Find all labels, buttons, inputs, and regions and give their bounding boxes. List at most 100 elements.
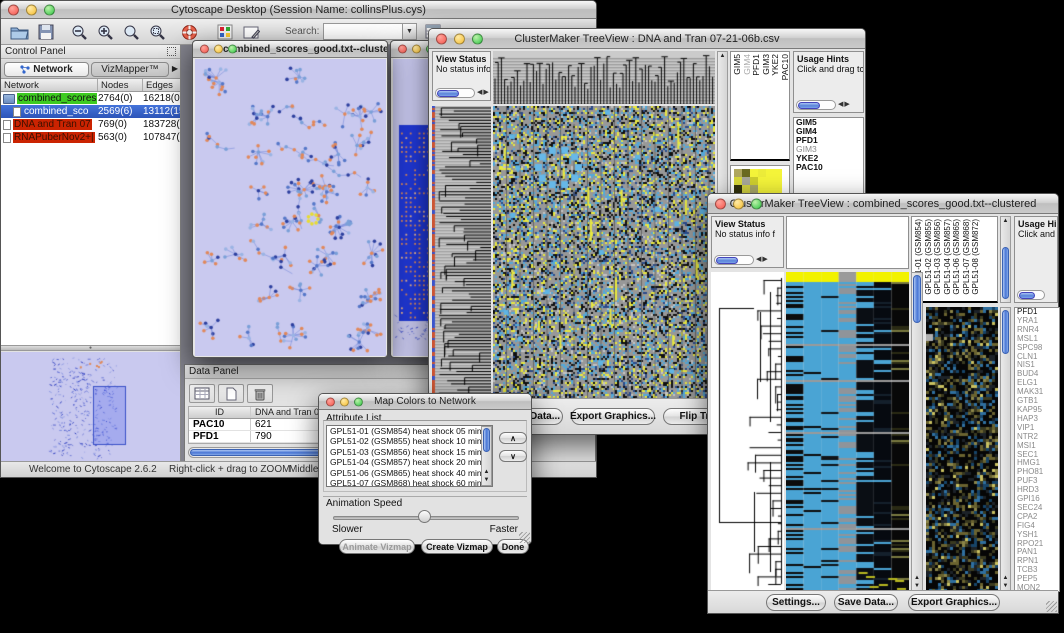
network-type-icon	[13, 107, 21, 117]
attribute-item[interactable]: GPL51-06 (GSM865) heat shock 40 min	[327, 468, 492, 478]
network-nodes-count: 769(0)	[98, 119, 143, 130]
genelist-vscrollbar[interactable]: ▲ ▼	[1000, 307, 1011, 592]
save-button[interactable]	[34, 21, 58, 43]
column-label[interactable]: GPL51-08 (GSM872)	[971, 219, 981, 295]
network-type-icon	[3, 120, 11, 130]
close-button[interactable]	[326, 397, 335, 406]
network-list-row[interactable]: combined_sco 2569(6) 13112(15)	[1, 105, 180, 118]
move-up-button[interactable]: ∧	[499, 432, 527, 444]
minimize-button[interactable]	[26, 4, 37, 15]
network-list-row[interactable]: RNAPuberNov2+| 563(0) 107847(0)	[1, 131, 180, 144]
dialog-body: Attribute List GPL51-01 (GSM854) heat sh…	[319, 410, 531, 544]
column-label[interactable]: GPL51-06 (GSM865)	[952, 219, 962, 295]
close-button[interactable]	[398, 45, 407, 54]
zoom-one-to-one-icon[interactable]	[119, 21, 143, 43]
heatmap-main[interactable]	[493, 106, 715, 399]
zoom-fit-icon[interactable]	[145, 21, 169, 43]
column-label[interactable]: GPL51-02 (GSM855)	[924, 219, 934, 295]
heatmap-secondary[interactable]	[926, 307, 998, 592]
usage-hints-title: Usage Hi	[1018, 219, 1057, 229]
col-nodes: Nodes	[98, 79, 143, 91]
minimize-button[interactable]	[340, 397, 349, 406]
dialog-titlebar[interactable]: Map Colors to Network	[319, 394, 531, 410]
column-label[interactable]: GPL51-04 (GSM857)	[943, 219, 953, 295]
column-dendrogram[interactable]	[493, 51, 715, 104]
column-label[interactable]: GPL51-03 (GSM856)	[933, 219, 943, 295]
attribute-select-icon[interactable]	[189, 384, 215, 403]
attribute-item[interactable]: GPL51-02 (GSM855) heat shock 10 min	[327, 436, 492, 446]
tab-overflow-arrow[interactable]: ▶	[172, 64, 178, 73]
zoom-button[interactable]	[472, 33, 483, 44]
column-labels-panel: GIM5GIM4PFD1GIM3YKE2PAC10	[730, 51, 790, 161]
move-down-button[interactable]: ∨	[499, 450, 527, 462]
open-file-button[interactable]	[7, 21, 31, 43]
birdseye-view[interactable]	[1, 352, 180, 463]
view-status-scrollbar[interactable]: ◀▶	[714, 254, 769, 265]
delete-attribute-trash-icon[interactable]	[247, 384, 273, 403]
network-view-window-1: combined_scores_good.txt--cluste...	[192, 40, 388, 358]
treeview2-titlebar[interactable]: ClusterMaker TreeView : combined_scores_…	[708, 194, 1058, 214]
attribute-item[interactable]: GPL51-07 (GSM868) heat shock 60 min	[327, 478, 492, 487]
new-attribute-icon[interactable]	[218, 384, 244, 403]
save-data-button[interactable]: Save Data...	[834, 594, 898, 611]
attribute-item[interactable]: GPL51-04 (GSM857) heat shock 20 min	[327, 457, 492, 467]
view-status-panel: View Status No status info f ◀▶	[711, 216, 784, 268]
labels-vscrollbar[interactable]: ▲	[1000, 216, 1011, 303]
close-button[interactable]	[8, 4, 19, 15]
attribute-listbox[interactable]: GPL51-01 (GSM854) heat shock 05 minGPL51…	[326, 425, 493, 487]
column-label[interactable]: PAC10	[781, 54, 791, 80]
close-button[interactable]	[715, 198, 726, 209]
export-graphics-button[interactable]: Export Graphics...	[908, 594, 1000, 611]
usage-hints-scrollbar[interactable]: ◀▶	[796, 99, 851, 110]
usage-hints-scrollbar[interactable]	[1017, 289, 1045, 300]
tab-vizmapper-label: VizMapper™	[101, 64, 159, 75]
search-input[interactable]	[323, 23, 403, 40]
attribute-item[interactable]: GPL51-01 (GSM854) heat shock 05 min	[327, 426, 492, 436]
zoom-in-icon[interactable]	[93, 21, 117, 43]
network1-titlebar[interactable]: combined_scores_good.txt--cluste...	[193, 41, 387, 58]
minimize-button[interactable]	[412, 45, 421, 54]
gene-list-item[interactable]: PAC10	[794, 163, 863, 172]
tab-vizmapper[interactable]: VizMapper™	[91, 62, 169, 77]
view-status-scrollbar[interactable]: ◀▶	[435, 87, 490, 98]
treeview1-titlebar[interactable]: ClusterMaker TreeView : DNA and Tran 07-…	[429, 29, 865, 49]
export-graphics-button[interactable]: Export Graphics...	[571, 408, 655, 425]
zoom-button[interactable]	[751, 198, 762, 209]
zoom-out-icon[interactable]	[67, 21, 91, 43]
panel-splitter[interactable]: ●	[1, 345, 180, 351]
attribute-list-vscrollbar[interactable]: ▲ ▼	[481, 426, 492, 486]
treeview2-window: ClusterMaker TreeView : combined_scores_…	[707, 193, 1059, 614]
row-id: PFD1	[189, 431, 251, 442]
row-dendrogram[interactable]	[711, 272, 784, 592]
search-dropdown-arrow[interactable]: ▼	[402, 23, 417, 40]
speed-slider-thumb[interactable]	[418, 510, 431, 523]
view-status-title: View Status	[436, 54, 486, 64]
zoom-button[interactable]	[44, 4, 55, 15]
network-table-header: Network Nodes Edges	[1, 79, 180, 92]
network-list-row[interactable]: DNA and Tran 07 769(0) 183728(0)	[1, 118, 180, 131]
animate-vizmap-button[interactable]: Animate Vizmap	[339, 539, 415, 554]
network-list-row[interactable]: combined_scores 2764(0) 16218(0)	[1, 92, 180, 105]
heatmap-main[interactable]	[786, 272, 909, 592]
main-titlebar[interactable]: Cytoscape Desktop (Session Name: collins…	[1, 1, 596, 19]
column-label[interactable]: GPL51-07 (GSM868)	[962, 219, 972, 295]
heatmap-vscrollbar[interactable]: ▲ ▼	[911, 272, 923, 592]
close-button[interactable]	[200, 45, 209, 54]
resize-grip[interactable]	[1046, 601, 1057, 612]
network-view-1[interactable]	[195, 59, 386, 356]
close-button[interactable]	[436, 33, 447, 44]
zoom-button[interactable]	[354, 397, 363, 406]
tab-network[interactable]: Network	[4, 62, 89, 77]
attribute-item[interactable]: GPL51-03 (GSM856) heat shock 15 min	[327, 447, 492, 457]
settings-button[interactable]: Settings...	[766, 594, 826, 611]
row-dendrogram[interactable]	[432, 106, 491, 399]
zoom-button[interactable]	[228, 45, 237, 54]
view-status-text: No status info f	[436, 64, 491, 74]
minimize-button[interactable]	[454, 33, 465, 44]
create-vizmap-button[interactable]: Create Vizmap	[421, 539, 493, 554]
network-edges-count: 13112(15)	[143, 106, 180, 117]
minimize-button[interactable]	[733, 198, 744, 209]
float-panel-icon[interactable]	[167, 47, 176, 56]
resize-grip[interactable]	[519, 532, 530, 543]
minimize-button[interactable]	[214, 45, 223, 54]
